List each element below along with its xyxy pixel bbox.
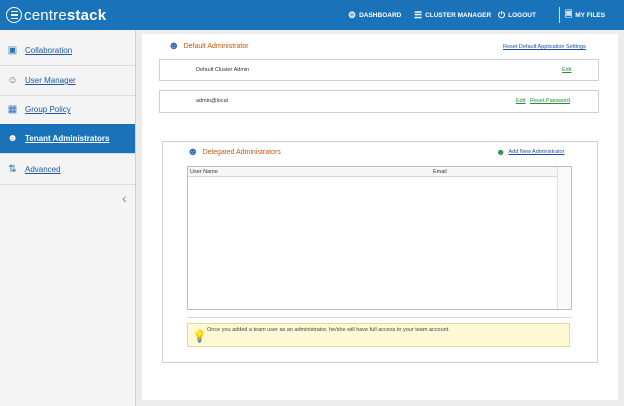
top-bar: centrestack ⚙ DASHBOARD ☰ CLUSTER MANAGE… xyxy=(0,0,624,30)
policy-icon: ▦ xyxy=(7,104,18,115)
logo-text: centrestack xyxy=(24,6,107,24)
edit-link[interactable]: Edit xyxy=(516,98,525,104)
edit-link[interactable]: Edit xyxy=(562,67,571,73)
info-hint-box: 💡 Once you added a team user as an admin… xyxy=(187,323,570,347)
hint-text: Once you added a team user as an adminis… xyxy=(207,327,450,333)
admins-icon: ☻ xyxy=(7,133,18,144)
advanced-icon: ⇅ xyxy=(8,164,17,175)
lightbulb-icon: 💡 xyxy=(192,329,207,343)
reset-password-link[interactable]: Reset Password xyxy=(530,98,570,104)
nav-my-files-label: MY FILES xyxy=(575,11,606,19)
sidebar-item-collaboration[interactable]: ▣ Collaboration xyxy=(0,36,135,66)
sidebar-item-user-manager[interactable]: ☺ User Manager xyxy=(0,66,135,96)
sidebar-item-tenant-administrators[interactable]: ☻ Tenant Administrators xyxy=(0,124,135,154)
nav-divider xyxy=(559,7,560,23)
delegated-admins-title: ☻ Delegated Administrators xyxy=(187,146,281,158)
logo-mark-icon xyxy=(6,7,22,23)
add-new-admin-link[interactable]: Add New Administrator xyxy=(508,149,564,155)
sidebar-item-label: Advanced xyxy=(25,165,61,174)
group-admins-icon: ☻ xyxy=(187,146,199,158)
admin-user-icon: ☻ xyxy=(168,40,180,52)
nav-my-files[interactable]: 🗏 MY FILES xyxy=(565,0,605,30)
add-user-icon: ☻ xyxy=(496,147,506,157)
default-admin-title-text: Default Administrator xyxy=(183,42,249,50)
sidebar-item-label: Group Policy xyxy=(25,105,71,114)
column-header-email[interactable]: Email xyxy=(433,169,447,175)
nav-dashboard-label: DASHBOARD xyxy=(359,11,402,19)
users-icon: ☺ xyxy=(7,75,18,86)
divider xyxy=(187,317,572,318)
nav-cluster-manager-label: CLUSTER MANAGER xyxy=(425,11,492,19)
column-header-user-name[interactable]: User Name xyxy=(190,169,218,175)
sidebar-item-label: Tenant Administrators xyxy=(25,134,110,143)
sidebar-item-group-policy[interactable]: ▦ Group Policy xyxy=(0,95,135,125)
files-icon: 🗏 xyxy=(565,9,573,19)
table-scrollbar[interactable] xyxy=(557,167,571,309)
delegated-admins-title-text: Delegated Administrators xyxy=(202,148,281,156)
centrestack-logo[interactable]: centrestack xyxy=(6,5,106,25)
sidebar-item-advanced[interactable]: ⇅ Advanced xyxy=(0,155,135,185)
sidebar-item-label: User Manager xyxy=(25,76,76,85)
admin-name: Default Cluster Admin xyxy=(196,67,250,73)
sidebar: ▣ Collaboration ☺ User Manager ▦ Group P… xyxy=(0,30,136,406)
reset-default-settings-link[interactable]: Reset Default Application Settings xyxy=(503,44,586,50)
nav-logout-label: LOGOUT xyxy=(508,11,536,19)
nav-cluster-manager[interactable]: ☰ CLUSTER MANAGER xyxy=(414,0,491,30)
power-icon: ⏻ xyxy=(498,9,506,20)
collapse-sidebar-chevron-icon[interactable]: ‹ xyxy=(122,190,127,206)
sidebar-item-label: Collaboration xyxy=(25,46,73,55)
admin-name: admin@local xyxy=(196,98,228,104)
collaboration-icon: ▣ xyxy=(7,45,18,56)
dashboard-icon: ⚙ xyxy=(348,9,357,20)
add-new-admin-button[interactable]: ☻ Add New Administrator xyxy=(496,147,564,157)
nav-logout[interactable]: ⏻ LOGOUT xyxy=(498,0,536,30)
table-header: User Name Email xyxy=(188,167,571,177)
nav-dashboard[interactable]: ⚙ DASHBOARD xyxy=(348,0,401,30)
delegated-admins-table: User Name Email xyxy=(187,166,572,310)
default-admin-title: ☻ Default Administrator xyxy=(168,40,249,52)
cluster-icon: ☰ xyxy=(414,9,423,20)
